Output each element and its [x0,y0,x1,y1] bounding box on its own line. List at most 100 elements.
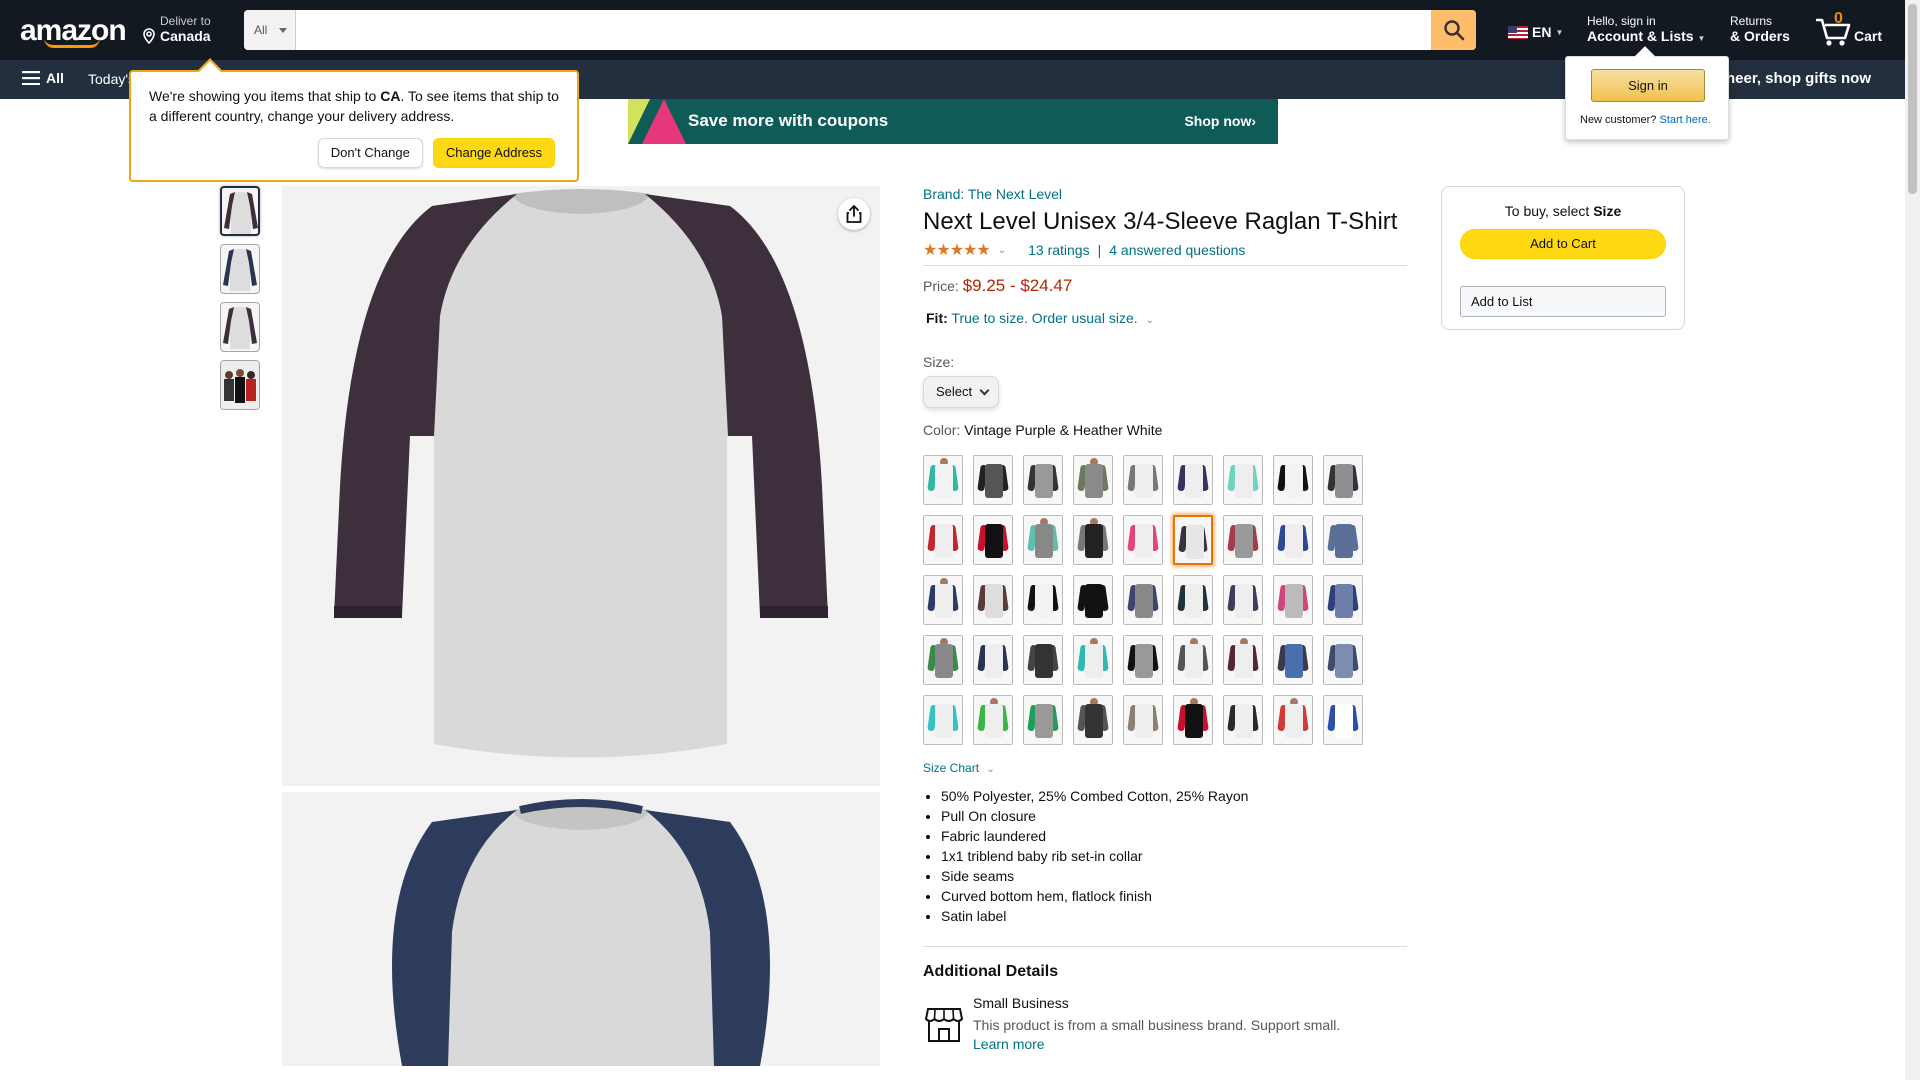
swatch-shirt-body [1085,464,1103,498]
small-business-title: Small Business [973,995,1069,1011]
all-menu-button[interactable]: All [22,70,64,86]
color-swatch[interactable] [1123,515,1163,565]
color-swatch[interactable] [1073,635,1113,685]
ratings-count-link[interactable]: 13 ratings [1028,242,1089,258]
shirt-thumbnail-icon [224,192,258,234]
product-title: Next Level Unisex 3/4-Sleeve Raglan T-Sh… [923,208,1398,235]
swatch-shirt-body [1085,704,1103,738]
color-swatch[interactable] [1223,635,1263,685]
thumbnail-4[interactable] [220,360,260,410]
color-swatch[interactable] [973,515,1013,565]
account-lists[interactable]: Hello, sign in Account & Lists ▼ [1587,14,1705,44]
color-swatch[interactable] [1073,455,1113,505]
color-swatch[interactable] [1173,635,1213,685]
start-here-link[interactable]: Start here. [1659,114,1710,126]
color-swatch[interactable] [1023,515,1063,565]
star-rating-icon[interactable]: ★★★★★ [923,240,991,260]
add-to-list-button[interactable]: Add to List [1460,286,1666,317]
color-swatch[interactable] [973,635,1013,685]
sign-in-button[interactable]: Sign in [1591,69,1705,102]
color-swatch[interactable] [1023,455,1063,505]
learn-more-link[interactable]: Learn more [973,1036,1045,1052]
change-address-button[interactable]: Change Address [432,138,555,168]
dont-change-button[interactable]: Don't Change [317,138,423,168]
color-swatch[interactable] [1173,515,1213,565]
color-swatch[interactable] [973,455,1013,505]
swatch-shirt-body [1035,644,1053,678]
color-swatch[interactable] [1123,695,1163,745]
models-thumbnail-icon [221,361,259,409]
color-swatch[interactable] [923,695,963,745]
language-selector[interactable]: EN ▼ [1508,24,1563,40]
banner-shop-now-link[interactable]: Shop now› [1184,113,1256,129]
account-lists-row: Account & Lists ▼ [1587,28,1705,44]
color-swatch[interactable] [1123,635,1163,685]
answered-questions-link[interactable]: 4 answered questions [1109,242,1245,258]
color-swatch[interactable] [1073,515,1113,565]
swatch-shirt-body [1335,464,1353,498]
color-swatch[interactable] [1123,575,1163,625]
search-category-dropdown[interactable]: All [244,10,296,50]
scrollbar-thumb[interactable] [1908,4,1917,194]
coupons-banner[interactable]: Save more with coupons Shop now› [628,99,1278,144]
color-swatch[interactable] [1073,575,1113,625]
color-swatch[interactable] [1223,695,1263,745]
color-swatch[interactable] [923,515,963,565]
color-swatch[interactable] [1023,635,1063,685]
returns-orders[interactable]: Returns & Orders [1730,14,1790,44]
thumbnail-1[interactable] [220,186,260,236]
swatch-shirt-body [1135,644,1153,678]
color-swatch[interactable] [1123,455,1163,505]
secondary-product-image[interactable] [282,792,880,1066]
color-swatch[interactable] [1223,575,1263,625]
deliver-to[interactable]: Deliver to Canada [142,14,211,44]
shirt-image [334,189,828,758]
search-button[interactable] [1431,10,1476,50]
color-swatch[interactable] [1173,575,1213,625]
color-swatch[interactable] [973,575,1013,625]
swatch-shirt-body [1285,644,1303,678]
color-swatch[interactable] [1223,455,1263,505]
add-to-cart-button[interactable]: Add to Cart [1460,229,1666,259]
popover-actions: Don't Change Change Address [317,138,555,168]
color-swatch[interactable] [1323,455,1363,505]
color-swatch[interactable] [1273,515,1313,565]
nav-link-todays-deals[interactable]: Today's [88,71,135,87]
color-swatch[interactable] [1323,635,1363,685]
size-chart-link[interactable]: Size Chart ⌄ [923,761,995,775]
color-swatch[interactable] [1273,635,1313,685]
brand-link[interactable]: Brand: The Next Level [923,186,1407,202]
chevron-down-icon[interactable]: ⌄ [1146,315,1154,326]
color-swatch[interactable] [1323,515,1363,565]
thumbnail-2[interactable] [220,244,260,294]
thumbnail-3[interactable] [220,302,260,352]
size-dropdown-value: Select [936,384,973,399]
color-swatch[interactable] [923,455,963,505]
color-swatch[interactable] [1023,695,1063,745]
color-swatch[interactable] [1173,455,1213,505]
color-swatch[interactable] [1073,695,1113,745]
color-swatch[interactable] [1273,575,1313,625]
color-swatch[interactable] [923,635,963,685]
color-swatch[interactable] [1223,515,1263,565]
color-swatch[interactable] [1173,695,1213,745]
page-scrollbar[interactable] [1905,0,1920,1080]
popover-country: CA [380,88,401,104]
nav-promo-link[interactable]: e cheer, shop gifts now [1705,70,1871,87]
divider [923,946,1407,947]
color-swatch[interactable] [923,575,963,625]
search-input[interactable] [296,10,1426,50]
color-swatch[interactable] [1323,575,1363,625]
color-swatch[interactable] [973,695,1013,745]
main-product-image[interactable] [282,186,880,786]
hamburger-icon [22,71,40,85]
color-swatch[interactable] [1273,455,1313,505]
color-swatch[interactable] [1323,695,1363,745]
color-swatch[interactable] [1273,695,1313,745]
fit-value-link[interactable]: True to size. Order usual size. [951,310,1137,326]
color-swatch[interactable] [1023,575,1063,625]
cart[interactable]: 0 Cart [1814,10,1884,50]
chevron-down-icon[interactable]: ⌄ [998,245,1006,256]
size-dropdown[interactable]: Select [923,376,999,408]
share-button[interactable] [838,198,870,230]
